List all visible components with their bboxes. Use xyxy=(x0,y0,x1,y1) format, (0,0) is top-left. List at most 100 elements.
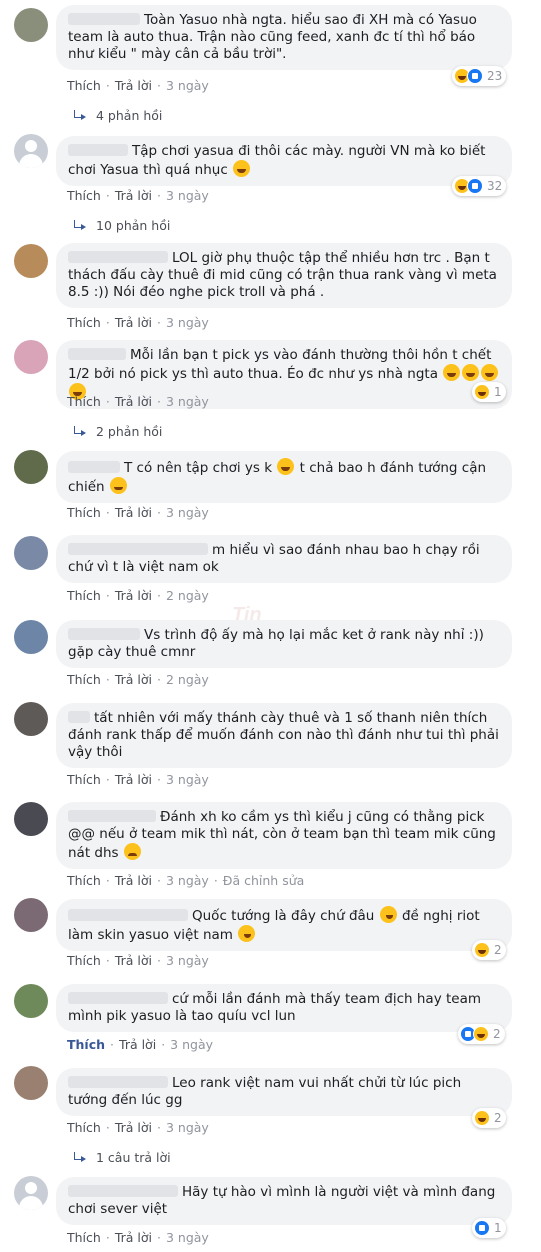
blurred-name[interactable] xyxy=(68,810,156,822)
timestamp[interactable]: 3 ngày xyxy=(170,1037,213,1052)
blurred-name[interactable] xyxy=(68,628,140,640)
timestamp[interactable]: 3 ngày xyxy=(166,772,209,787)
avatar[interactable] xyxy=(14,1066,48,1100)
haha-icon xyxy=(473,1026,489,1042)
comment-actions: Thích · Trả lời · 3 ngày xyxy=(67,394,209,409)
reaction-summary[interactable]: 2 xyxy=(458,1024,505,1044)
avatar[interactable] xyxy=(14,8,48,42)
reply-link[interactable]: Trả lời xyxy=(115,873,152,888)
timestamp[interactable]: 3 ngày xyxy=(166,78,209,93)
reaction-summary[interactable]: 32 xyxy=(452,176,507,196)
haha-icon xyxy=(474,942,490,958)
like-link[interactable]: Thích xyxy=(67,672,101,687)
like-link[interactable]: Thích xyxy=(67,1120,101,1135)
reply-arrow-icon xyxy=(72,220,86,230)
like-link[interactable]: Thích xyxy=(67,1037,105,1052)
reply-link[interactable]: Trả lời xyxy=(115,772,152,787)
blurred-name[interactable] xyxy=(68,13,140,25)
view-replies-link[interactable]: 4 phản hồi xyxy=(72,108,162,123)
reply-link[interactable]: Trả lời xyxy=(115,505,152,520)
reply-link[interactable]: Trả lời xyxy=(115,1120,152,1135)
avatar[interactable] xyxy=(14,536,48,570)
reaction-summary[interactable]: 1 xyxy=(472,1218,506,1238)
avatar[interactable] xyxy=(14,340,48,374)
blurred-name[interactable] xyxy=(68,1076,168,1088)
reply-link[interactable]: Trả lời xyxy=(115,953,152,968)
comment-actions: Thích · Trả lời · 3 ngày · Đã chỉnh sửa xyxy=(67,873,305,888)
comment-text: T có nên tập chơi ys k xyxy=(124,460,273,476)
comment-bubble: Toàn Yasuo nhà ngta. hiểu sao đi XH mà c… xyxy=(56,5,512,70)
like-link[interactable]: Thích xyxy=(67,505,101,520)
like-link[interactable]: Thích xyxy=(67,188,101,203)
blurred-name[interactable] xyxy=(68,144,128,156)
blurred-name[interactable] xyxy=(68,251,168,263)
like-link[interactable]: Thích xyxy=(67,953,101,968)
reply-arrow-icon xyxy=(72,426,86,436)
reaction-summary[interactable]: 23 xyxy=(452,66,507,86)
blurred-name[interactable] xyxy=(68,909,188,921)
avatar[interactable] xyxy=(14,450,48,484)
reply-link[interactable]: Trả lời xyxy=(115,394,152,409)
timestamp[interactable]: 3 ngày xyxy=(166,394,209,409)
timestamp[interactable]: 3 ngày xyxy=(166,505,209,520)
haha-icon xyxy=(474,1110,490,1126)
like-link[interactable]: Thích xyxy=(67,78,101,93)
avatar[interactable] xyxy=(14,802,48,836)
comment-bubble: Hãy tự hào vì mình là người việt và mình… xyxy=(56,1177,512,1225)
reaction-summary[interactable]: 1 xyxy=(472,382,506,402)
view-replies-link[interactable]: 1 câu trả lời xyxy=(72,1150,171,1165)
reaction-count: 1 xyxy=(494,385,502,399)
avatar[interactable] xyxy=(14,620,48,654)
laughing-emoji-icon xyxy=(462,364,480,381)
timestamp[interactable]: 3 ngày xyxy=(166,1120,209,1135)
reply-link[interactable]: Trả lời xyxy=(115,672,152,687)
reply-link[interactable]: Trả lời xyxy=(119,1037,156,1052)
timestamp[interactable]: 3 ngày xyxy=(166,953,209,968)
timestamp[interactable]: 3 ngày xyxy=(166,188,209,203)
comment-text: Tập chơi yasua đi thôi các mày. người VN… xyxy=(68,143,486,178)
like-link[interactable]: Thích xyxy=(67,588,101,603)
reply-link[interactable]: Trả lời xyxy=(115,188,152,203)
blurred-name[interactable] xyxy=(68,543,208,555)
wink-emoji-icon xyxy=(379,906,397,923)
blurred-name[interactable] xyxy=(68,711,90,723)
like-link[interactable]: Thích xyxy=(67,394,101,409)
avatar[interactable] xyxy=(14,1176,48,1210)
reaction-summary[interactable]: 2 xyxy=(472,940,506,960)
avatar[interactable] xyxy=(14,898,48,932)
timestamp[interactable]: 2 ngày xyxy=(166,672,209,687)
reply-link[interactable]: Trả lời xyxy=(115,588,152,603)
like-link[interactable]: Thích xyxy=(67,873,101,888)
reply-link[interactable]: Trả lời xyxy=(115,78,152,93)
like-link[interactable]: Thích xyxy=(67,772,101,787)
reaction-count: 23 xyxy=(487,69,503,83)
like-icon xyxy=(474,1220,490,1236)
reply-link[interactable]: Trả lời xyxy=(115,315,152,330)
blurred-name[interactable] xyxy=(68,348,126,360)
comment-bubble: Đánh xh ko cầm ys thì kiểu j cũng có thằ… xyxy=(56,802,512,869)
avatar[interactable] xyxy=(14,984,48,1018)
smile-emoji-icon xyxy=(109,477,127,494)
wink-emoji-icon xyxy=(238,925,256,942)
comment-bubble: Quốc tướng là đây chứ đâu đề nghị riot l… xyxy=(56,899,512,951)
timestamp[interactable]: 2 ngày xyxy=(166,588,209,603)
avatar[interactable] xyxy=(14,702,48,736)
blurred-name[interactable] xyxy=(68,461,120,473)
like-link[interactable]: Thích xyxy=(67,315,101,330)
timestamp[interactable]: 3 ngày xyxy=(166,315,209,330)
blurred-name[interactable] xyxy=(68,1185,178,1197)
like-link[interactable]: Thích xyxy=(67,1230,101,1245)
blurred-name[interactable] xyxy=(68,992,168,1004)
reply-link[interactable]: Trả lời xyxy=(115,1230,152,1245)
view-replies-link[interactable]: 2 phản hồi xyxy=(72,424,162,439)
view-replies-link[interactable]: 10 phản hồi xyxy=(72,218,170,233)
timestamp[interactable]: 3 ngày xyxy=(166,873,209,888)
comment-bubble: T có nên tập chơi ys k t chả bao h đánh … xyxy=(56,451,512,503)
timestamp[interactable]: 3 ngày xyxy=(166,1230,209,1245)
laughing-emoji-icon xyxy=(443,364,461,381)
reaction-summary[interactable]: 2 xyxy=(472,1108,506,1128)
edited-label[interactable]: Đã chỉnh sửa xyxy=(223,873,305,888)
avatar[interactable] xyxy=(14,134,48,168)
avatar[interactable] xyxy=(14,244,48,278)
haha-icon xyxy=(474,384,490,400)
